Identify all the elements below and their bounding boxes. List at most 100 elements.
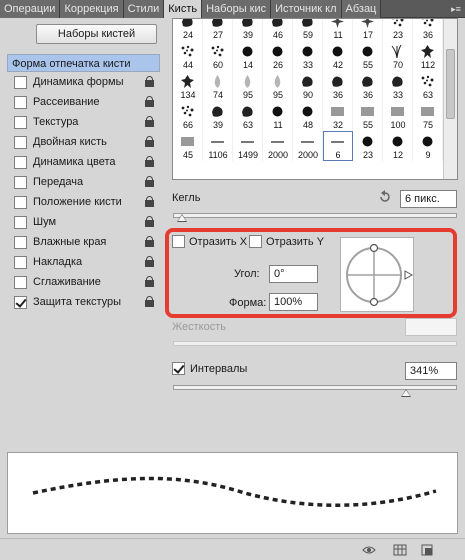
spacing-slider-track[interactable] (173, 385, 457, 390)
brush-tip-cell[interactable]: 63 (413, 71, 443, 101)
spacing-control[interactable]: Интервалы (172, 362, 247, 375)
brush-tip-cell[interactable]: 32 (323, 101, 353, 131)
brush-tip-cell[interactable]: 66 (173, 101, 203, 131)
lock-icon[interactable] (145, 96, 154, 107)
brush-tip-cell[interactable]: 6 (323, 131, 353, 161)
grid-scrollbar[interactable] (443, 19, 457, 179)
brush-tip-cell[interactable]: 134 (173, 71, 203, 101)
tab-2[interactable]: Коррекция (60, 0, 124, 18)
flip-y-control[interactable]: Отразить Y (249, 235, 324, 248)
tab-4[interactable]: Кисть (164, 0, 203, 18)
setting-item[interactable]: Передача (7, 172, 160, 192)
brush-tip-cell[interactable]: 17 (353, 19, 383, 41)
brush-tip-cell[interactable]: 55 (353, 41, 383, 71)
size-input[interactable]: 6 пикс. (400, 190, 457, 208)
roundness-input[interactable]: 100% (269, 293, 318, 311)
eye-icon[interactable] (362, 544, 376, 556)
setting-item[interactable]: Динамика цвета (7, 152, 160, 172)
setting-checkbox[interactable] (14, 155, 27, 169)
brush-tip-cell[interactable]: 33 (293, 41, 323, 71)
brush-tip-cell[interactable]: 9 (413, 131, 443, 161)
lock-icon[interactable] (145, 176, 154, 187)
brush-tip-cell[interactable]: 23 (383, 19, 413, 41)
size-slider-track[interactable] (173, 213, 457, 218)
brush-tip-cell[interactable]: 39 (233, 19, 263, 41)
brush-tip-cell[interactable]: 90 (293, 71, 323, 101)
brush-tip-cell[interactable]: 2000 (263, 131, 293, 161)
brush-tip-cell[interactable]: 14 (233, 41, 263, 71)
angle-roundness-widget[interactable] (340, 237, 414, 312)
tab-3[interactable]: Стили (123, 0, 165, 18)
setting-item[interactable]: Рассеивание (7, 92, 160, 112)
brush-tip-cell[interactable]: 1499 (233, 131, 263, 161)
brush-tip-cell[interactable]: 36 (353, 71, 383, 101)
setting-item[interactable]: Шум (7, 212, 160, 232)
setting-item[interactable]: Накладка (7, 252, 160, 272)
setting-checkbox[interactable] (14, 115, 27, 129)
lock-icon[interactable] (145, 216, 154, 227)
tab-6[interactable]: Источник кл (271, 0, 342, 18)
brush-tip-cell[interactable]: 33 (383, 71, 413, 101)
setting-checkbox[interactable] (14, 255, 27, 269)
setting-checkbox[interactable] (14, 195, 27, 209)
panel-menu-icon[interactable]: ▸≡ (447, 0, 465, 17)
brush-tip-cell[interactable]: 46 (263, 19, 293, 41)
setting-checkbox[interactable] (14, 295, 27, 309)
brush-tip-cell[interactable]: 70 (383, 41, 413, 71)
brush-tip-cell[interactable]: 44 (173, 41, 203, 71)
grid-icon[interactable] (393, 544, 407, 556)
spacing-checkbox[interactable] (172, 362, 185, 375)
setting-item[interactable]: Сглаживание (7, 272, 160, 292)
brush-tip-cell[interactable]: 100 (383, 101, 413, 131)
reset-size-icon[interactable] (378, 190, 392, 204)
setting-item[interactable]: Двойная кисть (7, 132, 160, 152)
setting-checkbox[interactable] (14, 75, 27, 89)
brush-tip-cell[interactable]: 95 (263, 71, 293, 101)
brush-tip-cell[interactable]: 55 (353, 101, 383, 131)
lock-icon[interactable] (145, 116, 154, 127)
setting-checkbox[interactable] (14, 175, 27, 189)
brush-presets-button[interactable]: Наборы кистей (36, 24, 157, 44)
brush-tip-cell[interactable]: 2000 (293, 131, 323, 161)
brush-tip-cell[interactable]: 60 (203, 41, 233, 71)
brush-tip-cell[interactable]: 1106 (203, 131, 233, 161)
spacing-input[interactable]: 341% (405, 362, 457, 380)
brush-tip-cell[interactable]: 59 (293, 19, 323, 41)
brush-tip-shape-item[interactable]: Форма отпечатка кисти (7, 54, 160, 72)
lock-icon[interactable] (145, 296, 154, 307)
lock-icon[interactable] (145, 156, 154, 167)
lock-icon[interactable] (145, 136, 154, 147)
lock-icon[interactable] (145, 236, 154, 247)
setting-checkbox[interactable] (14, 215, 27, 229)
setting-item[interactable]: Динамика формы (7, 72, 160, 92)
brush-tip-cell[interactable]: 48 (293, 101, 323, 131)
tab-5[interactable]: Наборы кис (202, 0, 272, 18)
brush-tip-cell[interactable]: 36 (323, 71, 353, 101)
size-slider-knob[interactable] (176, 214, 187, 222)
brush-tip-cell[interactable]: 63 (233, 101, 263, 131)
setting-item[interactable]: Текстура (7, 112, 160, 132)
brush-tip-cell[interactable]: 75 (413, 101, 443, 131)
brush-tip-cell[interactable]: 36 (413, 19, 443, 41)
lock-icon[interactable] (145, 276, 154, 287)
brush-tip-cell[interactable]: 12 (383, 131, 413, 161)
angle-input[interactable]: 0° (269, 265, 318, 283)
lock-icon[interactable] (145, 196, 154, 207)
new-preset-icon[interactable] (420, 544, 434, 556)
brush-tip-cell[interactable]: 11 (263, 101, 293, 131)
setting-item[interactable]: Положение кисти (7, 192, 160, 212)
flip-y-checkbox[interactable] (249, 235, 262, 248)
lock-icon[interactable] (145, 256, 154, 267)
brush-tip-cell[interactable]: 42 (323, 41, 353, 71)
brush-tip-cell[interactable]: 45 (173, 131, 203, 161)
brush-tip-cell[interactable]: 27 (203, 19, 233, 41)
setting-item[interactable]: Защита текстуры (7, 292, 160, 312)
spacing-slider-knob[interactable] (400, 389, 411, 397)
lock-icon[interactable] (145, 76, 154, 87)
scrollbar-thumb[interactable] (446, 49, 455, 119)
setting-checkbox[interactable] (14, 275, 27, 289)
tab-1[interactable]: Операции (0, 0, 61, 18)
flip-x-checkbox[interactable] (172, 235, 185, 248)
brush-tip-cell[interactable]: 112 (413, 41, 443, 71)
setting-checkbox[interactable] (14, 235, 27, 249)
